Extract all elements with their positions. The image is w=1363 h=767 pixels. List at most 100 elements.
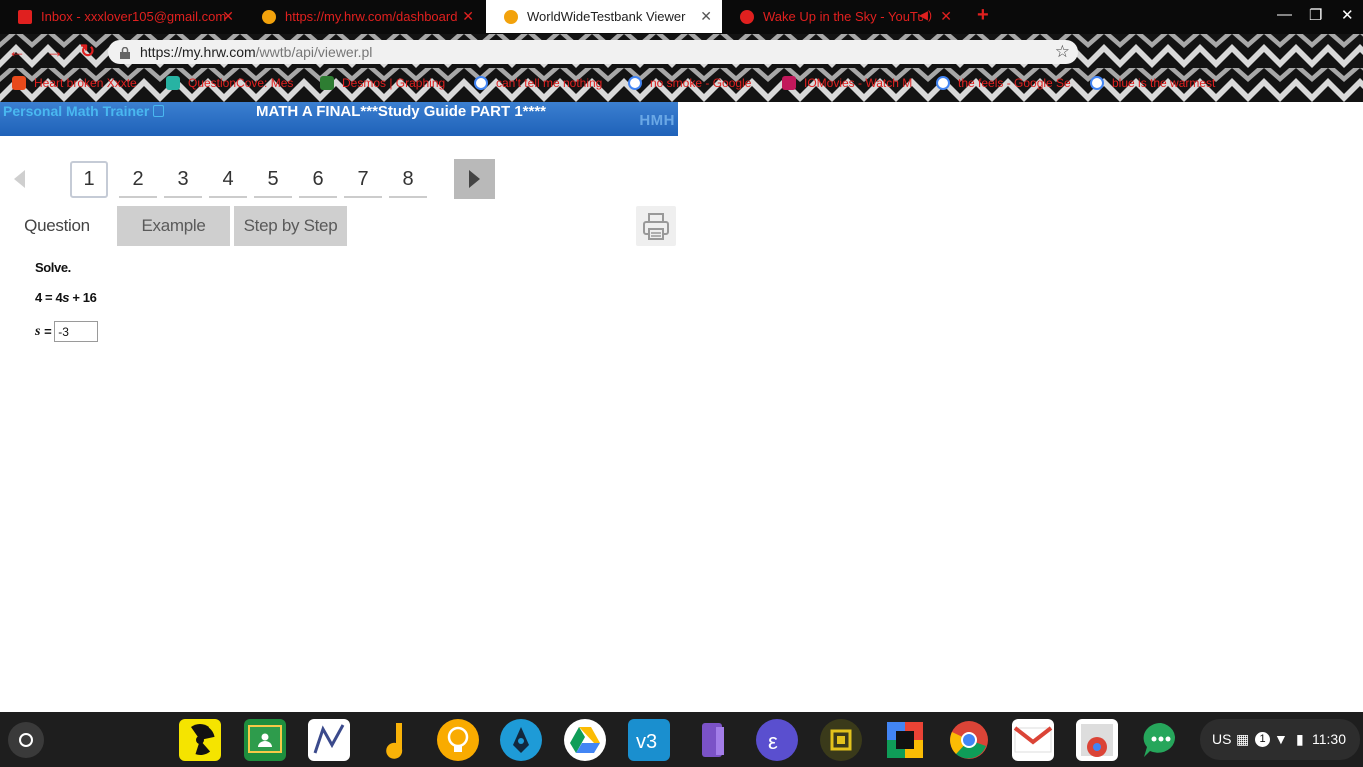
- chip-app-icon[interactable]: [820, 719, 862, 761]
- edpuzzle-icon[interactable]: ε: [756, 719, 798, 761]
- page-3-button[interactable]: 3: [164, 161, 202, 198]
- google-drive-icon[interactable]: [564, 719, 606, 761]
- page-2-button[interactable]: 2: [119, 161, 157, 198]
- bookmark-star-icon[interactable]: ☆: [1055, 42, 1070, 62]
- tab-dashboard[interactable]: https://my.hrw.com/dashboard ✕: [244, 0, 484, 33]
- printer-icon: [643, 213, 669, 240]
- tab-strip: Inbox - xxxlover105@gmail.com ✕ https://…: [0, 0, 1363, 34]
- notebook-app-icon[interactable]: [692, 719, 734, 761]
- audio-playing-icon: ◀): [918, 8, 932, 22]
- music-app-icon[interactable]: [372, 719, 414, 761]
- maximize-icon[interactable]: ❐: [1309, 6, 1322, 24]
- close-icon[interactable]: ✕: [940, 8, 952, 25]
- vectr-icon[interactable]: [500, 719, 542, 761]
- personal-math-trainer-label: Personal Math Trainer: [3, 103, 150, 119]
- bookmark-item[interactable]: the feels - Google Se: [936, 76, 1086, 90]
- tab-step-by-step[interactable]: Step by Step: [234, 206, 347, 246]
- bookmark-label: Desmos | Graphing: [342, 76, 446, 90]
- tab-title: WorldWideTestbank Viewer: [527, 9, 686, 24]
- minimize-icon[interactable]: —: [1277, 6, 1292, 23]
- gmail-icon: [18, 9, 32, 24]
- external-link-icon: [153, 105, 165, 117]
- bookmark-label: QuestionCove: Mes: [188, 76, 294, 90]
- page-6-button[interactable]: 6: [299, 161, 337, 198]
- assignment-title: MATH A FINAL***Study Guide PART 1****: [256, 103, 547, 120]
- v3-app-icon[interactable]: v3: [628, 719, 670, 761]
- svg-text:ε: ε: [768, 729, 778, 754]
- bookmark-item[interactable]: blue is the warmest: [1090, 76, 1230, 90]
- tab-inbox[interactable]: Inbox - xxxlover105@gmail.com ✕: [0, 0, 244, 33]
- answer-input[interactable]: [54, 321, 99, 342]
- bookmark-label: IOMovies - Watch M: [804, 76, 913, 90]
- reload-icon[interactable]: ↻: [80, 41, 95, 62]
- hmh-logo: HMH: [639, 112, 675, 129]
- svg-text:v3: v3: [636, 731, 657, 753]
- bookmark-item[interactable]: IOMovies - Watch M: [782, 76, 922, 90]
- bookmark-item[interactable]: QuestionCove: Mes: [166, 76, 306, 90]
- address-bar[interactable]: https://my.hrw.com/wwtb/api/viewer.pl ☆: [108, 40, 1078, 64]
- radiation-app-icon[interactable]: [179, 719, 221, 761]
- notification-count: 1: [1255, 732, 1270, 747]
- close-icon[interactable]: ✕: [462, 8, 474, 25]
- bookmark-label: blue is the warmest: [1112, 76, 1216, 90]
- close-icon[interactable]: ✕: [222, 8, 234, 25]
- print-button[interactable]: [636, 206, 676, 246]
- page-1-button[interactable]: 1: [70, 161, 108, 198]
- google-icon: [628, 76, 642, 90]
- answer-row: s =: [35, 321, 99, 342]
- tab-youtube[interactable]: Wake Up in the Sky - YouTube ◀) ✕: [722, 0, 962, 33]
- page-7-button[interactable]: 7: [344, 161, 382, 198]
- google-classroom-icon[interactable]: [244, 719, 286, 761]
- url-host: https://my.hrw.com: [140, 44, 256, 60]
- shopping-bag-icon: [12, 76, 26, 90]
- new-tab-button[interactable]: +: [977, 4, 989, 27]
- bookmark-item[interactable]: can't tell me nothing: [474, 76, 614, 90]
- bookmark-item[interactable]: no smoke - Google: [628, 76, 768, 90]
- back-icon[interactable]: ←: [8, 41, 26, 62]
- forward-icon[interactable]: →: [46, 41, 64, 62]
- page-4-button[interactable]: 4: [209, 161, 247, 198]
- answer-variable: s: [35, 323, 41, 339]
- bookmark-item[interactable]: Desmos | Graphing: [320, 76, 466, 90]
- colorful-squares-app-icon[interactable]: [884, 719, 926, 761]
- battery-icon: ▮: [1296, 731, 1304, 747]
- personal-math-trainer-link[interactable]: Personal Math Trainer: [3, 103, 165, 119]
- tab-question[interactable]: Question: [14, 206, 100, 246]
- page-5-button[interactable]: 5: [254, 161, 292, 198]
- hangouts-chat-icon[interactable]: [1140, 719, 1182, 761]
- bookmarks-bar: Heart broken Xxxte QuestionCove: Mes Des…: [0, 72, 1363, 96]
- google-icon: [474, 76, 488, 90]
- next-arrow-button[interactable]: [454, 159, 495, 199]
- google-icon: [1090, 76, 1104, 90]
- bookmark-item[interactable]: Heart broken Xxxte: [12, 76, 154, 90]
- questioncove-icon: [166, 76, 180, 90]
- chrome-icon[interactable]: [948, 719, 990, 761]
- hrw-favicon-icon: [504, 9, 518, 24]
- lock-icon: [120, 46, 130, 59]
- close-icon[interactable]: ✕: [700, 8, 712, 25]
- previous-arrow-icon[interactable]: [14, 170, 25, 188]
- desmos-icon: [320, 76, 334, 90]
- clock-time: 11:30: [1312, 731, 1346, 747]
- launcher-button[interactable]: [8, 722, 44, 758]
- tab-title: Inbox - xxxlover105@gmail.com: [41, 9, 227, 24]
- cast-icon: ▦: [1236, 731, 1250, 747]
- equation-rhs: + 16: [69, 290, 97, 305]
- keyboard-layout: US: [1212, 731, 1232, 747]
- viewer-header: Personal Math Trainer MATH A FINAL***Stu…: [0, 102, 678, 136]
- google-keep-icon[interactable]: [437, 719, 479, 761]
- chrome-remote-icon[interactable]: [1076, 719, 1118, 761]
- window-close-icon[interactable]: ✕: [1341, 6, 1354, 24]
- tab-example[interactable]: Example: [117, 206, 230, 246]
- status-tray[interactable]: US ▦ 1 ▼ ▮ 11:30: [1200, 719, 1360, 760]
- bookmark-label: no smoke - Google: [650, 76, 752, 90]
- gmail-app-icon[interactable]: [1012, 719, 1054, 761]
- tab-viewer[interactable]: WorldWideTestbank Viewer ✕: [486, 0, 722, 33]
- graphing-app-icon[interactable]: [308, 719, 350, 761]
- page-8-button[interactable]: 8: [389, 161, 427, 198]
- google-icon: [936, 76, 950, 90]
- wifi-icon: ▼: [1274, 731, 1288, 747]
- iomovies-icon: [782, 76, 796, 90]
- bookmark-label: Heart broken Xxxte: [34, 76, 137, 90]
- url-path: /wwtb/api/viewer.pl: [255, 44, 373, 60]
